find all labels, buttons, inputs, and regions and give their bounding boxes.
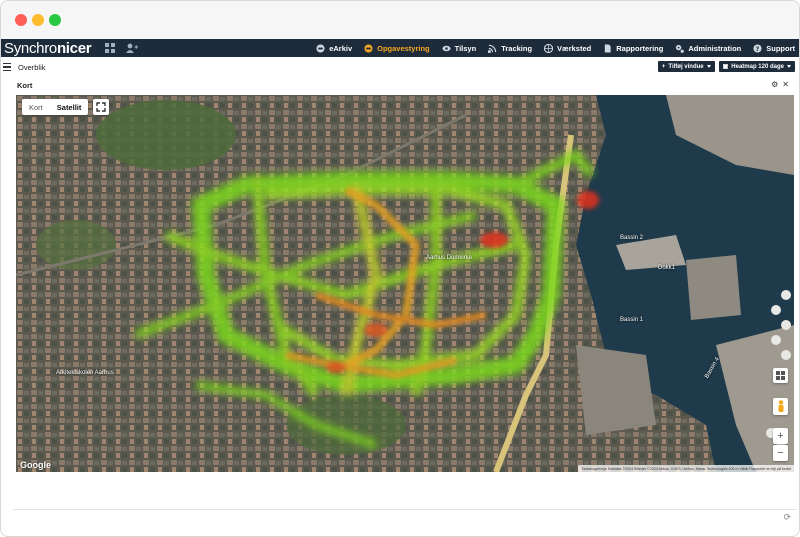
dashboard-grid-icon[interactable] [102,40,118,56]
nav-item-label: Tilsyn [454,43,477,53]
close-icon[interactable]: ✕ [782,80,789,89]
tasks-icon [364,43,373,53]
nav-item-label: Opgavestyring [377,43,430,53]
panel-title: Kort [17,81,33,90]
map-type-toggle: Kort Satellit [22,99,89,115]
archive-icon [316,43,325,53]
breadcrumb: Overblik [18,62,46,72]
google-logo: Google [20,460,51,470]
nav-item-label: Administration [688,43,742,53]
fullscreen-icon[interactable] [93,99,109,115]
nav-item-administration[interactable]: Administration [675,44,741,53]
heatmap-dropdown[interactable]: ▣ Heatmap 120 dage [718,61,795,72]
map-label: Bassin 1 [620,317,644,323]
cogs-icon [675,44,685,53]
window-icon: ▣ [722,64,729,70]
map-label: Dokk1 [658,265,676,271]
map-label: Aarhus Domkirke [426,255,473,261]
caret-down-icon [787,65,791,68]
nav-item-label: Værksted [557,43,592,53]
heatmap-label: Heatmap 120 dage [731,63,784,70]
maximize-window-button[interactable] [49,14,61,26]
add-window-label: Tilføj vindue [668,63,704,70]
eye-icon [442,44,451,53]
app-window: Synchronicer eArkiv Opgavestyring Tilsyn Tr… [0,0,800,537]
layers-icon[interactable] [773,368,788,383]
rss-icon [488,44,497,53]
panel-divider [13,509,797,510]
minimize-window-button[interactable] [32,14,44,26]
map-attribution[interactable]: Tastaturgenveje Kortdata ©2024 Billeder … [578,465,794,472]
window-titlebar [1,1,799,39]
caret-down-icon [706,65,711,68]
nav-item-earkiv[interactable]: eArkiv [316,44,352,53]
map-type-kort[interactable]: Kort [22,99,50,115]
nav-item-opgavestyring[interactable]: Opgavestyring [364,44,430,53]
refresh-icon[interactable]: ⟳ [783,512,791,523]
nav-item-tilsyn[interactable]: Tilsyn [442,43,477,53]
brand-prefix: Synchro [4,39,57,57]
top-navbar: Synchronicer eArkiv Opgavestyring Tilsyn Tr… [1,39,799,57]
satellite-map[interactable]: Bassin 2 Bassin 1 Bassin 4 Dokk1 Aarhus … [16,95,794,472]
zoom-out-button[interactable]: − [773,445,788,461]
nav-item-label: Rapportering [616,43,664,53]
nav-item-rapportering[interactable]: Rapportering [603,44,663,53]
close-window-button[interactable] [15,14,27,26]
menu-icon[interactable] [3,63,11,71]
brand-logo[interactable]: Synchronicer [1,40,96,57]
help-icon: ? [753,43,762,53]
nav-item-label: eArkiv [329,43,353,53]
nav-item-support[interactable]: ? Support [753,44,795,53]
add-user-icon[interactable] [124,40,140,56]
map-label: Arkitektskolen Aarhus [56,370,114,376]
add-window-button[interactable]: + Tilføj vindue [657,61,715,72]
map-type-satellit[interactable]: Satellit [50,99,89,115]
map-panel: Kort ⚙ ✕ Bassin 2 Bassin 1 Bassin 4 Dokk… [13,78,797,508]
nav-item-tracking[interactable]: Tracking [488,44,532,53]
globe-wrench-icon [543,43,554,53]
gear-icon[interactable]: ⚙ [771,80,778,89]
nav-item-værksted[interactable]: Værksted [543,43,592,53]
document-icon [603,43,612,53]
plus-icon: + [661,63,666,70]
nav-item-label: Support [766,43,795,53]
brand-suffix: nicer [56,39,92,57]
street-view-pegman-icon[interactable] [773,398,788,415]
nav-item-label: Tracking [501,43,533,53]
svg-text:?: ? [756,45,760,52]
map-label: Bassin 2 [620,235,644,241]
main-nav: eArkiv Opgavestyring Tilsyn Tracking Værkste… [304,39,795,57]
zoom-in-button[interactable]: + [773,428,788,444]
sub-toolbar: Overblik + Tilføj vindue ▣ Heatmap 120 dag… [1,59,799,75]
